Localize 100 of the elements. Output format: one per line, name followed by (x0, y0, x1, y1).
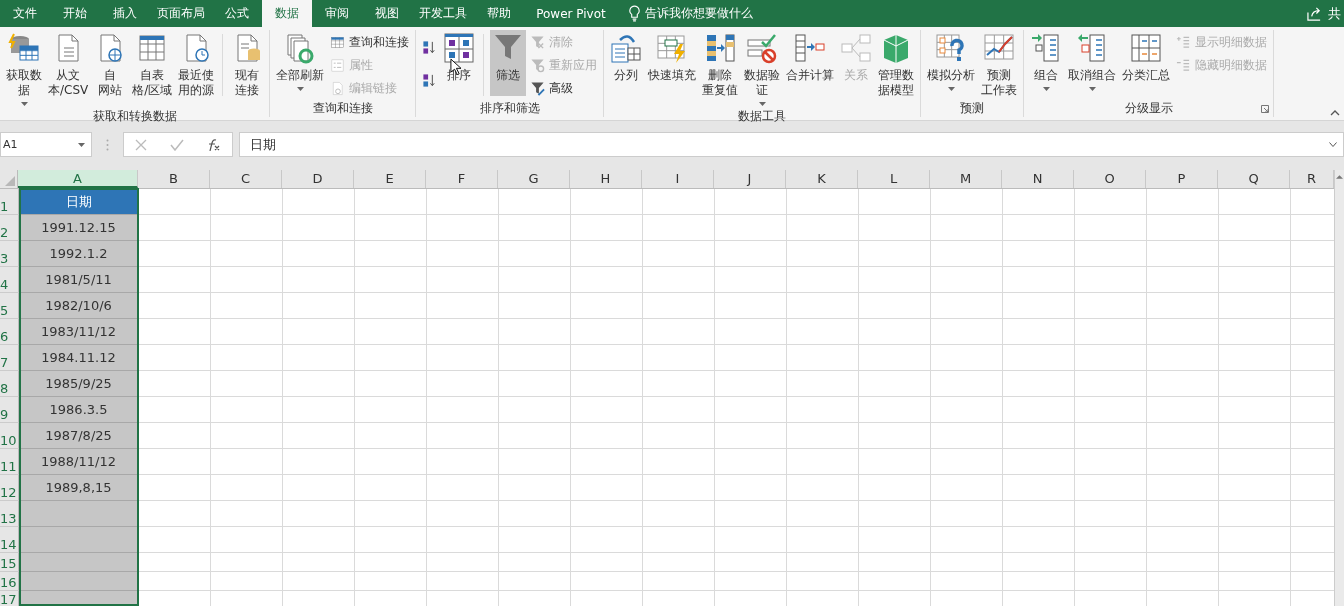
table-cell[interactable] (715, 572, 787, 591)
table-cell[interactable] (355, 293, 427, 319)
table-cell[interactable] (787, 267, 859, 293)
table-cell[interactable] (787, 215, 859, 241)
table-cell[interactable] (859, 267, 931, 293)
table-cell[interactable] (427, 241, 499, 267)
ribbon-tab[interactable]: 文件 (0, 0, 50, 27)
table-cell[interactable] (1219, 572, 1291, 591)
table-cell[interactable] (859, 241, 931, 267)
table-cell[interactable] (1219, 501, 1291, 527)
table-cell[interactable]: 1982/10/6 (19, 293, 139, 319)
table-cell[interactable] (859, 215, 931, 241)
table-cell[interactable] (1075, 572, 1147, 591)
table-cell[interactable] (211, 267, 283, 293)
table-cell[interactable] (499, 241, 571, 267)
table-cell[interactable] (715, 241, 787, 267)
table-cell[interactable] (715, 423, 787, 449)
table-cell[interactable]: 1981/5/11 (19, 267, 139, 293)
table-cell[interactable]: 1984.11.12 (19, 345, 139, 371)
table-cell[interactable] (787, 501, 859, 527)
table-cell[interactable]: 1991.12.15 (19, 215, 139, 241)
table-cell[interactable] (571, 215, 643, 241)
ribbon-button[interactable]: 自表 格/区域 (130, 30, 175, 100)
table-cell[interactable] (931, 475, 1003, 501)
table-cell[interactable] (643, 267, 715, 293)
table-cell[interactable] (715, 553, 787, 572)
table-cell[interactable] (1075, 241, 1147, 267)
table-cell[interactable] (1147, 371, 1219, 397)
ribbon-button[interactable]: 从文 本/CSV (46, 30, 91, 100)
table-cell[interactable] (643, 345, 715, 371)
table-cell[interactable] (499, 371, 571, 397)
ribbon-button[interactable]: 分类汇总 (1120, 30, 1173, 96)
table-cell[interactable] (715, 397, 787, 423)
table-cell[interactable] (211, 501, 283, 527)
table-cell[interactable] (283, 572, 355, 591)
table-cell[interactable] (211, 319, 283, 345)
table-cell[interactable] (787, 189, 859, 215)
table-cell[interactable] (355, 319, 427, 345)
table-cell[interactable] (787, 319, 859, 345)
function-icon[interactable] (206, 138, 221, 151)
table-cell[interactable] (715, 449, 787, 475)
table-cell[interactable] (1219, 475, 1291, 501)
table-cell[interactable] (427, 345, 499, 371)
table-cell[interactable] (211, 553, 283, 572)
table-cell[interactable] (787, 553, 859, 572)
scrollbar[interactable] (1334, 170, 1344, 606)
table-cell[interactable] (283, 423, 355, 449)
table-cell[interactable] (211, 527, 283, 553)
table-cell[interactable] (643, 241, 715, 267)
table-cell[interactable] (715, 319, 787, 345)
table-cell[interactable] (1003, 189, 1075, 215)
row-header[interactable]: 14 (0, 527, 19, 553)
table-cell[interactable] (283, 449, 355, 475)
table-cell[interactable] (427, 189, 499, 215)
table-cell[interactable] (931, 527, 1003, 553)
checkmark-icon[interactable] (170, 138, 184, 151)
ribbon-button[interactable]: 取消组合 (1066, 30, 1119, 96)
table-cell[interactable] (139, 475, 211, 501)
table-cell[interactable] (931, 293, 1003, 319)
table-cell[interactable] (1147, 215, 1219, 241)
table-cell[interactable] (859, 527, 931, 553)
table-cell[interactable] (427, 475, 499, 501)
table-cell[interactable] (211, 423, 283, 449)
table-cell[interactable] (211, 293, 283, 319)
table-cell[interactable] (1075, 501, 1147, 527)
table-cell[interactable] (859, 449, 931, 475)
ribbon-small-button[interactable]: 查询和连接 (328, 32, 412, 52)
table-cell[interactable] (499, 501, 571, 527)
table-cell[interactable] (355, 527, 427, 553)
table-cell[interactable] (283, 475, 355, 501)
table-cell[interactable] (355, 572, 427, 591)
table-cell[interactable] (643, 527, 715, 553)
table-cell[interactable] (427, 423, 499, 449)
table-cell[interactable] (1147, 423, 1219, 449)
table-cell[interactable] (139, 319, 211, 345)
table-cell[interactable] (1219, 267, 1291, 293)
table-cell[interactable] (211, 449, 283, 475)
ribbon-tab[interactable]: 插入 (100, 0, 150, 27)
table-cell[interactable] (1147, 319, 1219, 345)
table-cell[interactable] (427, 527, 499, 553)
table-cell[interactable]: 1988/11/12 (19, 449, 139, 475)
ribbon-button[interactable]: 管理数 据模型 (876, 30, 917, 100)
table-cell[interactable] (139, 449, 211, 475)
table-cell[interactable] (139, 572, 211, 591)
table-cell[interactable] (499, 423, 571, 449)
row-header[interactable]: 8 (0, 371, 19, 397)
table-cell[interactable] (931, 345, 1003, 371)
table-cell[interactable] (859, 345, 931, 371)
table-cell[interactable]: 1986.3.5 (19, 397, 139, 423)
table-cell[interactable] (283, 241, 355, 267)
table-cell[interactable] (1003, 319, 1075, 345)
table-cell[interactable] (859, 397, 931, 423)
table-cell[interactable] (715, 501, 787, 527)
ribbon-tab[interactable]: Power Pivot (524, 0, 618, 27)
table-cell[interactable] (1219, 345, 1291, 371)
table-cell[interactable] (787, 293, 859, 319)
table-cell[interactable] (1219, 553, 1291, 572)
table-cell[interactable] (1075, 475, 1147, 501)
table-cell[interactable] (283, 215, 355, 241)
table-cell[interactable] (139, 501, 211, 527)
